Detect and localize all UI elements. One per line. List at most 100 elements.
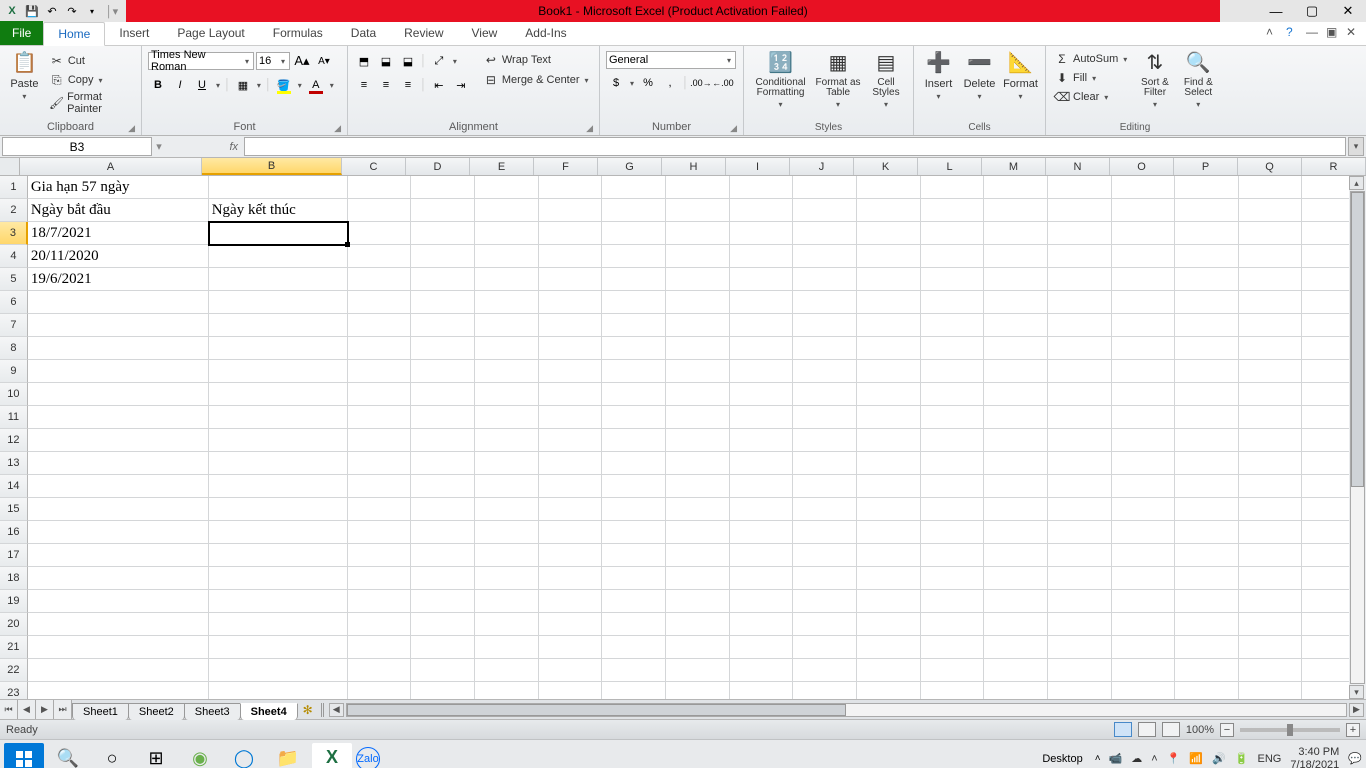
cell-O22[interactable] [1112, 659, 1176, 682]
insert-cells-button[interactable]: ➕Insert▾ [920, 48, 957, 101]
cell-N4[interactable] [1048, 245, 1112, 268]
cell-D11[interactable] [411, 406, 475, 429]
cell-F4[interactable] [539, 245, 603, 268]
tab-file[interactable]: File [0, 21, 43, 45]
view-normal-button[interactable] [1114, 722, 1132, 737]
row-header-5[interactable]: 5 [0, 268, 28, 291]
cell-O17[interactable] [1112, 544, 1176, 567]
ribbon-minimize-icon[interactable]: ˄ [1266, 25, 1280, 39]
qat-customize-icon[interactable]: ▾ [84, 3, 100, 19]
cell-F17[interactable] [539, 544, 603, 567]
cell-E14[interactable] [475, 475, 539, 498]
cell-L1[interactable] [921, 176, 985, 199]
cell-N21[interactable] [1048, 636, 1112, 659]
cell-D1[interactable] [411, 176, 475, 199]
cell-C10[interactable] [348, 383, 412, 406]
comma-button[interactable]: , [660, 73, 680, 93]
cell-C19[interactable] [348, 590, 412, 613]
zoom-slider[interactable] [1240, 728, 1340, 732]
decrease-indent-button[interactable]: ⇤ [429, 75, 449, 95]
cell-P16[interactable] [1175, 521, 1239, 544]
column-header-E[interactable]: E [470, 158, 534, 175]
cell-C14[interactable] [348, 475, 412, 498]
orientation-button[interactable]: ⤢ [429, 51, 449, 71]
cell-A14[interactable] [28, 475, 209, 498]
cell-Q21[interactable] [1239, 636, 1303, 659]
cell-M16[interactable] [984, 521, 1048, 544]
cell-G15[interactable] [602, 498, 666, 521]
cell-E9[interactable] [475, 360, 539, 383]
cell-N20[interactable] [1048, 613, 1112, 636]
cell-J3[interactable] [793, 222, 857, 245]
cell-N7[interactable] [1048, 314, 1112, 337]
cell-L21[interactable] [921, 636, 985, 659]
cell-G21[interactable] [602, 636, 666, 659]
column-header-Q[interactable]: Q [1238, 158, 1302, 175]
cell-Q19[interactable] [1239, 590, 1303, 613]
cell-F2[interactable] [539, 199, 603, 222]
cell-J9[interactable] [793, 360, 857, 383]
cell-N5[interactable] [1048, 268, 1112, 291]
cell-O15[interactable] [1112, 498, 1176, 521]
merge-center-button[interactable]: ⊟Merge & Center▾ [481, 71, 593, 89]
cell-F3[interactable] [539, 222, 603, 245]
cell-B20[interactable] [209, 613, 348, 636]
row-header-7[interactable]: 7 [0, 314, 28, 337]
cell-N13[interactable] [1048, 452, 1112, 475]
fill-color-button[interactable]: 🪣 [274, 75, 294, 95]
maximize-button[interactable]: ▢ [1294, 0, 1330, 22]
cell-N1[interactable] [1048, 176, 1112, 199]
cell-M21[interactable] [984, 636, 1048, 659]
column-header-F[interactable]: F [534, 158, 598, 175]
cell-L13[interactable] [921, 452, 985, 475]
tray-wifi-icon[interactable]: 📶 [1189, 752, 1203, 765]
cell-G10[interactable] [602, 383, 666, 406]
cell-C11[interactable] [348, 406, 412, 429]
cell-P17[interactable] [1175, 544, 1239, 567]
row-header-10[interactable]: 10 [0, 383, 28, 406]
new-sheet-button[interactable]: ✻ [297, 700, 319, 719]
cell-N15[interactable] [1048, 498, 1112, 521]
column-header-A[interactable]: A [20, 158, 202, 175]
cell-N10[interactable] [1048, 383, 1112, 406]
cell-G14[interactable] [602, 475, 666, 498]
cell-I22[interactable] [730, 659, 794, 682]
conditional-formatting-button[interactable]: 🔢 Conditional Formatting▾ [750, 48, 811, 109]
font-color-dropdown[interactable]: ▾ [328, 81, 336, 90]
cell-O19[interactable] [1112, 590, 1176, 613]
cell-H7[interactable] [666, 314, 730, 337]
cell-E17[interactable] [475, 544, 539, 567]
cell-E8[interactable] [475, 337, 539, 360]
cell-N18[interactable] [1048, 567, 1112, 590]
column-header-M[interactable]: M [982, 158, 1046, 175]
view-page-break-button[interactable] [1162, 722, 1180, 737]
cell-L2[interactable] [921, 199, 985, 222]
taskbar-search-icon[interactable]: 🔍 [48, 743, 88, 768]
cell-D9[interactable] [411, 360, 475, 383]
cell-H5[interactable] [666, 268, 730, 291]
cell-G20[interactable] [602, 613, 666, 636]
cell-L3[interactable] [921, 222, 985, 245]
cell-N16[interactable] [1048, 521, 1112, 544]
cell-Q9[interactable] [1239, 360, 1303, 383]
cell-N23[interactable] [1048, 682, 1112, 699]
minimize-button[interactable]: — [1258, 0, 1294, 22]
cell-A13[interactable] [28, 452, 209, 475]
cell-E19[interactable] [475, 590, 539, 613]
cell-M5[interactable] [984, 268, 1048, 291]
align-center-button[interactable]: ≡ [376, 75, 396, 95]
cell-L4[interactable] [921, 245, 985, 268]
cell-G1[interactable] [602, 176, 666, 199]
cell-K17[interactable] [857, 544, 921, 567]
cell-C7[interactable] [348, 314, 412, 337]
cell-L14[interactable] [921, 475, 985, 498]
cell-P23[interactable] [1175, 682, 1239, 699]
zoom-level[interactable]: 100% [1186, 724, 1214, 736]
cell-C4[interactable] [348, 245, 412, 268]
cell-M14[interactable] [984, 475, 1048, 498]
cell-O18[interactable] [1112, 567, 1176, 590]
font-dialog-icon[interactable]: ◢ [334, 123, 341, 134]
cell-N12[interactable] [1048, 429, 1112, 452]
cell-L23[interactable] [921, 682, 985, 699]
undo-icon[interactable]: ↶ [44, 3, 60, 19]
